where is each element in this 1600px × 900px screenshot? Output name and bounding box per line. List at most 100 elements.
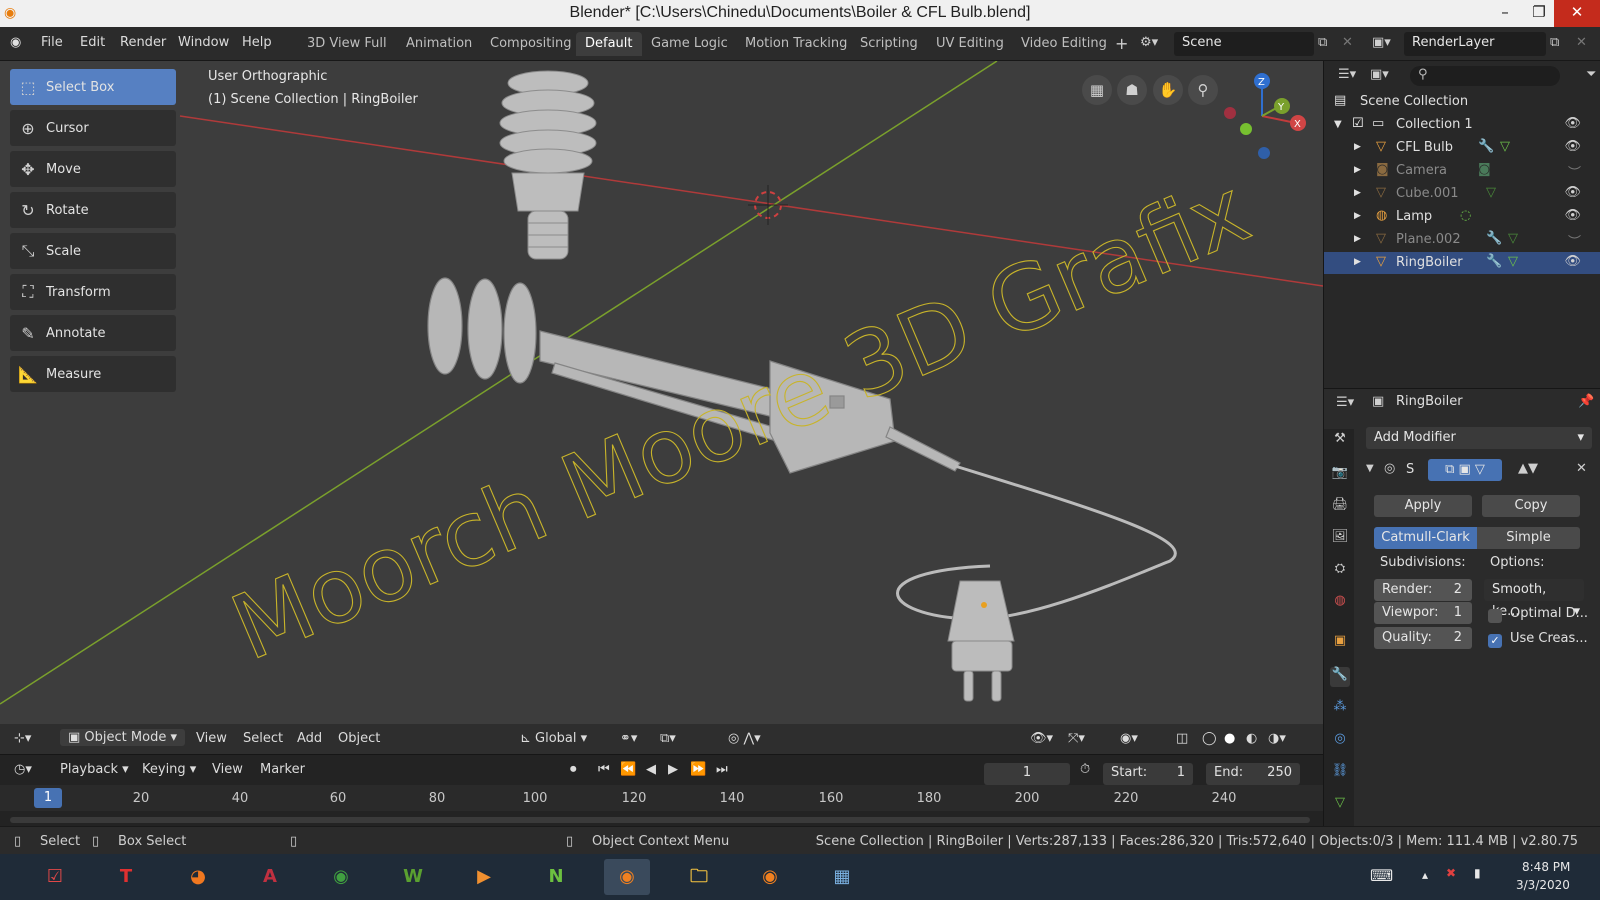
tab-motion-tracking[interactable]: Motion Tracking (736, 32, 856, 56)
outliner-row-object[interactable]: ▶ ▽ CFL Bulb 🔧 ▽ 👁 (1324, 137, 1600, 159)
uv-smooth-dropdown[interactable]: Smooth, ke... ▾ (1484, 579, 1584, 619)
outliner-search-input[interactable]: ⚲ (1410, 66, 1560, 86)
simple-toggle[interactable]: Simple (1477, 527, 1580, 549)
menu-file[interactable]: File (41, 35, 63, 50)
new-scene-icon[interactable]: ⧉ (1318, 35, 1327, 50)
end-frame-field[interactable]: End: 250 (1206, 763, 1300, 785)
blender-menu-icon[interactable]: ◉ (10, 35, 21, 50)
stopwatch-icon[interactable]: ⏱ (1080, 762, 1090, 777)
wireframe-shading-icon[interactable]: ◯ (1202, 731, 1217, 746)
tab-3d-view-full[interactable]: 3D View Full (298, 32, 396, 56)
menu-help[interactable]: Help (242, 35, 272, 50)
modifier-name-field[interactable]: S (1406, 462, 1414, 477)
next-keyframe-icon[interactable]: ⏩ (690, 762, 706, 777)
maximize-button[interactable]: ❐ (1522, 0, 1556, 27)
n-app-icon[interactable]: N (533, 859, 579, 895)
menu-edit[interactable]: Edit (80, 35, 105, 50)
eye-hidden-icon[interactable]: ︶ (1568, 162, 1581, 181)
tool-rotate[interactable]: ↻ Rotate (10, 192, 176, 228)
3d-viewport[interactable]: Moorch Moore 3D Grafix Z X Y User Orthog… (0, 61, 1323, 754)
close-button[interactable]: ✕ (1554, 0, 1600, 27)
expand-arrow-icon[interactable]: ▶ (1354, 142, 1361, 152)
xray-icon[interactable]: ◫ (1176, 731, 1188, 746)
eye-hidden-icon[interactable]: ︶ (1568, 231, 1581, 250)
collection-checkbox[interactable]: ☑ (1352, 116, 1364, 131)
t-app-icon[interactable]: T (103, 859, 149, 895)
mesh-data-icon[interactable]: ▽ (1508, 254, 1518, 269)
modifier-display-toggles[interactable]: ⧉ ▣ ▽ (1428, 459, 1502, 481)
copy-button[interactable]: Copy (1482, 495, 1580, 517)
blender-taskbar-icon[interactable]: ◉ (604, 859, 650, 895)
scene-name-field[interactable]: Scene (1174, 32, 1314, 56)
filter-icon[interactable]: ⏷ (1586, 67, 1596, 82)
zoom-icon[interactable]: ⚲ (1188, 75, 1218, 105)
menu-select[interactable]: Select (243, 731, 283, 746)
apply-button[interactable]: Apply (1374, 495, 1472, 517)
wrench-icon[interactable]: 🔧 (1486, 231, 1502, 246)
proportional-edit-icon[interactable]: ◎ ⋀▾ (728, 731, 761, 746)
optimal-display-checkbox[interactable] (1488, 609, 1502, 623)
eye-icon[interactable]: 👁 (1564, 208, 1581, 223)
output-tab-icon[interactable]: 🖨 (1330, 497, 1350, 517)
todo-app-icon[interactable]: ☑ (32, 859, 78, 895)
add-modifier-dropdown[interactable]: Add Modifier ▾ (1366, 427, 1592, 449)
display-mode-icon[interactable]: ▣▾ (1370, 67, 1389, 82)
menu-window[interactable]: Window (178, 35, 229, 50)
particles-tab-icon[interactable]: ⁂ (1330, 699, 1350, 719)
wrench-icon[interactable]: 🔧 (1478, 139, 1494, 154)
quality-field[interactable]: Quality: 2 (1374, 627, 1472, 649)
eye-icon[interactable]: 👁 (1564, 254, 1581, 269)
tab-scripting[interactable]: Scripting (851, 32, 927, 56)
eye-icon[interactable]: 👁 (1564, 185, 1581, 200)
current-frame-field[interactable]: 1 (984, 763, 1070, 785)
keyboard-icon[interactable]: ⌨ (1370, 866, 1393, 885)
outliner-row-object[interactable]: ▶ ▽ RingBoiler 🔧 ▽ 👁 (1324, 252, 1600, 274)
menu-marker[interactable]: Marker (260, 762, 305, 777)
tab-uv-editing[interactable]: UV Editing (927, 32, 1013, 56)
expand-arrow-icon[interactable]: ▶ (1354, 211, 1361, 221)
scene-selector-icon[interactable]: ⚙▾ (1140, 35, 1158, 50)
minimize-button[interactable]: – (1488, 0, 1522, 27)
jump-end-icon[interactable]: ⏭ (716, 762, 728, 777)
tab-game-logic[interactable]: Game Logic (642, 32, 737, 56)
menu-keying[interactable]: Keying ▾ (142, 762, 196, 777)
photos-app-icon[interactable]: ▦ (819, 859, 865, 895)
record-icon[interactable]: ⏺ (570, 762, 577, 777)
orientation-selector[interactable]: ⊾ Global ▾ (520, 731, 587, 746)
delete-scene-icon[interactable]: ✕ (1342, 35, 1353, 50)
chrome-icon[interactable]: ◉ (318, 859, 364, 895)
world-tab-icon[interactable]: ◍ (1330, 593, 1350, 613)
material-shading-icon[interactable]: ◐ (1246, 731, 1257, 746)
timeline-editor-icon[interactable]: ◷▾ (14, 762, 32, 777)
tool-cursor[interactable]: ⊕ Cursor (10, 110, 176, 146)
expand-arrow-icon[interactable]: ▼ (1334, 119, 1342, 130)
rendered-shading-icon[interactable]: ◑▾ (1268, 731, 1286, 746)
physics-tab-icon[interactable]: ◎ (1330, 731, 1350, 751)
expand-arrow-icon[interactable]: ▶ (1354, 165, 1361, 175)
outliner-editor-icon[interactable]: ☰▾ (1338, 67, 1356, 82)
outliner-row-object[interactable]: ▶ ▽ Cube.001 ▽ 👁 (1324, 183, 1600, 205)
eye-icon[interactable]: 👁 (1564, 139, 1581, 154)
tray-expand-icon[interactable]: ▴ (1422, 868, 1428, 882)
outliner-row-object[interactable]: ▶ ◍ Lamp ◌ 👁 (1324, 206, 1600, 228)
file-explorer-icon[interactable]: 🗀 (676, 859, 722, 895)
firefox-icon[interactable]: ◕ (175, 859, 221, 895)
menu-render[interactable]: Render (120, 35, 166, 50)
mesh-data-icon[interactable]: ▽ (1500, 139, 1510, 154)
expand-arrow-icon[interactable]: ▶ (1354, 257, 1361, 267)
camera-view-icon[interactable]: ☗ (1117, 75, 1147, 105)
light-data-icon[interactable]: ◌ (1460, 208, 1471, 223)
viewport-levels-field[interactable]: Viewpor: 1 (1374, 602, 1472, 624)
outliner-row-object[interactable]: ▶ ◙ Camera ◙ ︶ (1324, 160, 1600, 182)
pivot-icon[interactable]: ⚭▾ (620, 731, 637, 746)
battery-icon[interactable]: ▮ (1474, 866, 1481, 880)
use-creases-checkbox[interactable]: ✓ (1488, 634, 1502, 648)
snap-icon[interactable]: ⧉▾ (660, 731, 676, 746)
collapse-arrow-icon[interactable]: ▼ (1366, 463, 1374, 474)
pan-hand-icon[interactable]: ✋ (1153, 75, 1183, 105)
properties-editor-icon[interactable]: ☰▾ (1336, 395, 1354, 410)
start-frame-field[interactable]: Start: 1 (1103, 763, 1193, 785)
tool-transform[interactable]: ⛶ Transform (10, 274, 176, 310)
eye-icon[interactable]: 👁 (1564, 116, 1581, 131)
tab-compositing[interactable]: Compositing (481, 32, 581, 56)
